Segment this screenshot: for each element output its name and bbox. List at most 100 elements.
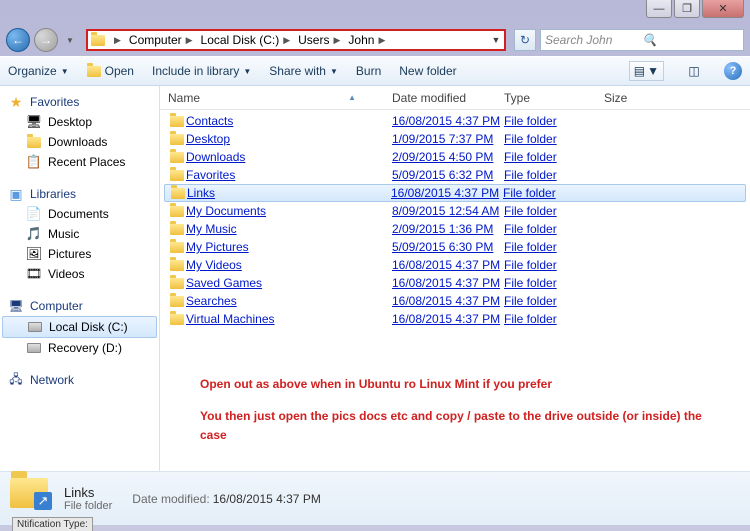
burn-button[interactable]: Burn — [356, 64, 381, 78]
col-date-header[interactable]: Date modified — [384, 91, 496, 105]
network-header[interactable]: 🖧Network — [0, 370, 159, 390]
folder-icon — [168, 170, 186, 181]
nav-local-disk-c[interactable]: Local Disk (C:) — [2, 316, 157, 338]
file-type: File folder — [504, 258, 604, 272]
folder-icon — [169, 188, 187, 199]
nav-downloads[interactable]: Downloads — [0, 132, 159, 152]
file-name: My Documents — [186, 204, 392, 218]
file-name: My Music — [186, 222, 392, 236]
crumb-localdisk[interactable]: Local Disk (C:)▶ — [199, 33, 297, 47]
file-type: File folder — [504, 294, 604, 308]
file-date: 16/08/2015 4:37 PM — [392, 312, 504, 326]
help-button[interactable]: ? — [724, 62, 742, 80]
file-name: Saved Games — [186, 276, 392, 290]
file-name: Searches — [186, 294, 392, 308]
col-type-header[interactable]: Type — [496, 91, 596, 105]
libraries-icon: ▣ — [8, 186, 24, 202]
maximize-button[interactable]: ❐ — [674, 0, 700, 18]
file-row[interactable]: Searches16/08/2015 4:37 PMFile folder — [160, 292, 750, 310]
share-menu[interactable]: Share with▼ — [269, 64, 338, 78]
folder-icon — [168, 116, 186, 127]
file-name: My Videos — [186, 258, 392, 272]
folder-icon — [168, 242, 186, 253]
file-name: Contacts — [186, 114, 392, 128]
address-dropdown[interactable]: ▼ — [488, 35, 504, 45]
close-button[interactable]: ✕ — [702, 0, 744, 18]
nav-music[interactable]: 🎵Music — [0, 224, 159, 244]
folder-icon — [168, 278, 186, 289]
new-folder-button[interactable]: New folder — [399, 64, 456, 78]
nav-pictures[interactable]: 🖼Pictures — [0, 244, 159, 264]
libraries-header[interactable]: ▣Libraries — [0, 184, 159, 204]
downloads-icon — [26, 134, 42, 150]
details-name: Links — [64, 485, 112, 500]
crumb-computer[interactable]: Computer▶ — [127, 33, 199, 47]
file-row[interactable]: Links16/08/2015 4:37 PMFile folder — [164, 184, 746, 202]
view-icon: ▤ — [634, 64, 645, 78]
address-bar[interactable]: ▶ Computer▶ Local Disk (C:)▶ Users▶ John… — [86, 29, 506, 51]
annotation-overlay: Open out as above when in Ubuntu ro Linu… — [160, 361, 750, 471]
computer-header[interactable]: 🖥Computer — [0, 296, 159, 316]
file-date: 16/08/2015 4:37 PM — [392, 114, 504, 128]
preview-pane-button[interactable]: ◫ — [682, 60, 706, 82]
file-row[interactable]: Favorites5/09/2015 6:32 PMFile folder — [160, 166, 750, 184]
include-library-menu[interactable]: Include in library▼ — [152, 64, 251, 78]
col-size-header[interactable]: Size — [596, 91, 656, 105]
folder-icon — [168, 314, 186, 325]
organize-menu[interactable]: Organize▼ — [8, 64, 69, 78]
nav-videos[interactable]: 🎞Videos — [0, 264, 159, 284]
file-date: 5/09/2015 6:32 PM — [392, 168, 504, 182]
view-options-button[interactable]: ▤▼ — [629, 61, 664, 81]
file-row[interactable]: Desktop1/09/2015 7:37 PMFile folder — [160, 130, 750, 148]
file-list: Contacts16/08/2015 4:37 PMFile folderDes… — [160, 110, 750, 361]
forward-button[interactable]: → — [34, 28, 58, 52]
file-date: 16/08/2015 4:37 PM — [391, 186, 503, 200]
file-row[interactable]: My Music2/09/2015 1:36 PMFile folder — [160, 220, 750, 238]
recent-icon: 📋 — [26, 154, 42, 170]
crumb-sep-root[interactable]: ▶ — [108, 35, 127, 46]
file-row[interactable]: Saved Games16/08/2015 4:37 PMFile folder — [160, 274, 750, 292]
file-row[interactable]: Virtual Machines16/08/2015 4:37 PMFile f… — [160, 310, 750, 328]
file-date: 2/09/2015 1:36 PM — [392, 222, 504, 236]
crumb-john[interactable]: John▶ — [346, 33, 391, 47]
file-name: Links — [187, 186, 391, 200]
search-input[interactable]: Search John 🔍 — [540, 29, 744, 51]
nav-recent[interactable]: 📋Recent Places — [0, 152, 159, 172]
file-type: File folder — [504, 276, 604, 290]
open-button[interactable]: Open — [87, 64, 134, 78]
folder-icon — [168, 260, 186, 271]
crumb-users[interactable]: Users▶ — [296, 33, 346, 47]
videos-icon: 🎞 — [26, 266, 42, 282]
documents-icon: 📄 — [26, 206, 42, 222]
nav-documents[interactable]: 📄Documents — [0, 204, 159, 224]
file-date: 8/09/2015 12:54 AM — [392, 204, 504, 218]
file-type: File folder — [504, 240, 604, 254]
nav-bar: ← → ▼ ▶ Computer▶ Local Disk (C:)▶ Users… — [0, 24, 750, 56]
file-row[interactable]: My Pictures5/09/2015 6:30 PMFile folder — [160, 238, 750, 256]
folder-icon — [168, 206, 186, 217]
file-row[interactable]: Contacts16/08/2015 4:37 PMFile folder — [160, 112, 750, 130]
nav-desktop[interactable]: 🖥Desktop — [0, 112, 159, 132]
file-row[interactable]: My Documents8/09/2015 12:54 AMFile folde… — [160, 202, 750, 220]
search-icon: 🔍 — [642, 33, 739, 47]
details-pane: Links File folder Date modified: 16/08/2… — [0, 471, 750, 525]
back-button[interactable]: ← — [6, 28, 30, 52]
history-dropdown[interactable]: ▼ — [62, 30, 78, 50]
refresh-button[interactable]: ↻ — [514, 29, 536, 51]
desktop-icon: 🖥 — [26, 114, 42, 130]
open-icon — [87, 66, 101, 77]
file-date: 5/09/2015 6:30 PM — [392, 240, 504, 254]
folder-icon — [168, 134, 186, 145]
file-name: Virtual Machines — [186, 312, 392, 326]
details-kind: File folder — [64, 500, 112, 512]
favorites-header[interactable]: ★Favorites — [0, 92, 159, 112]
file-row[interactable]: Downloads2/09/2015 4:50 PMFile folder — [160, 148, 750, 166]
col-name-header[interactable]: Name▲ — [160, 91, 384, 105]
minimize-button[interactable]: — — [646, 0, 672, 18]
file-name: Desktop — [186, 132, 392, 146]
file-name: Favorites — [186, 168, 392, 182]
annotation-line1: Open out as above when in Ubuntu ro Linu… — [200, 375, 710, 394]
nav-recovery-d[interactable]: Recovery (D:) — [0, 338, 159, 358]
folder-icon — [168, 296, 186, 307]
file-row[interactable]: My Videos16/08/2015 4:37 PMFile folder — [160, 256, 750, 274]
